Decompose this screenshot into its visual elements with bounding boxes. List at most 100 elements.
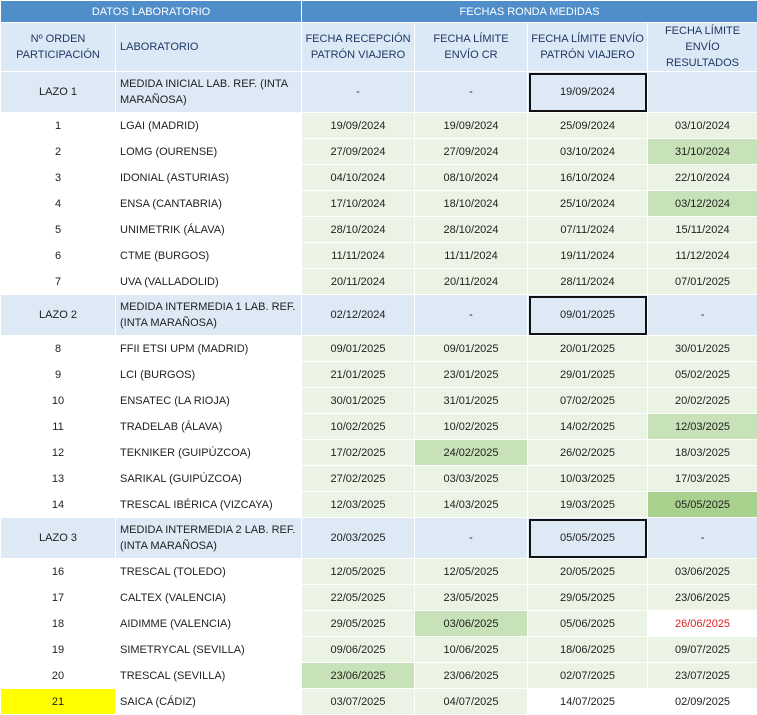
cell-envio-resultados: 05/02/2025 (648, 362, 757, 388)
cell-envio-resultados: 05/05/2025 (648, 492, 757, 518)
cell-envio-resultados: 23/06/2025 (648, 585, 757, 611)
cell-envio-cr: 09/01/2025 (415, 336, 528, 362)
cell-order: 18 (1, 611, 116, 637)
cell-recepcion: 11/11/2024 (302, 243, 415, 269)
col-header-envio-patron: FECHA LÍMITE ENVÍO PATRÓN VIAJERO (528, 23, 648, 72)
cell-lab: SARIKAL (GUIPÚZCOA) (116, 466, 302, 492)
cell-lab: UNIMETRIK (ÁLAVA) (116, 217, 302, 243)
cell-order: 2 (1, 139, 116, 165)
cell-envio-patron: 14/07/2025 (528, 689, 648, 715)
cell-envio-resultados: 26/06/2025 (648, 611, 757, 637)
cell-recepcion: 29/05/2025 (302, 611, 415, 637)
cell-lab: SAICA (CÁDIZ) (116, 689, 302, 715)
col-header-lab: LABORATORIO (116, 23, 302, 72)
cell-lab: LOMG (OURENSE) (116, 139, 302, 165)
cell-lab: TRESCAL (SEVILLA) (116, 663, 302, 689)
cell-recepcion: 04/10/2024 (302, 165, 415, 191)
cell-recepcion: 20/03/2025 (302, 518, 415, 559)
cell-order: 17 (1, 585, 116, 611)
cell-order: 5 (1, 217, 116, 243)
cell-envio-patron: 20/01/2025 (528, 336, 648, 362)
cell-recepcion: 02/12/2024 (302, 295, 415, 336)
cell-lab: LGAI (MADRID) (116, 113, 302, 139)
cell-lab: TRESCAL (TOLEDO) (116, 559, 302, 585)
cell-envio-resultados: 20/02/2025 (648, 388, 757, 414)
table-row: 3IDONIAL (ASTURIAS)04/10/202408/10/20241… (1, 165, 757, 191)
cell-envio-resultados: 17/03/2025 (648, 466, 757, 492)
table-row: 12TEKNIKER (GUIPÚZCOA)17/02/202524/02/20… (1, 440, 757, 466)
cell-lab: UVA (VALLADOLID) (116, 269, 302, 295)
table-row: 13SARIKAL (GUIPÚZCOA)27/02/202503/03/202… (1, 466, 757, 492)
cell-envio-cr: - (415, 295, 528, 336)
cell-envio-cr: 03/03/2025 (415, 466, 528, 492)
cell-envio-resultados: 18/03/2025 (648, 440, 757, 466)
cell-order: 1 (1, 113, 116, 139)
cell-envio-patron: 07/11/2024 (528, 217, 648, 243)
cell-envio-resultados: 02/09/2025 (648, 689, 757, 715)
cell-envio-cr: 31/01/2025 (415, 388, 528, 414)
cell-recepcion: 12/05/2025 (302, 559, 415, 585)
col-header-recepcion: FECHA RECEPCIÓN PATRÓN VIAJERO (302, 23, 415, 72)
cell-envio-patron: 16/10/2024 (528, 165, 648, 191)
cell-envio-patron: 26/02/2025 (528, 440, 648, 466)
group-header-dates: FECHAS RONDA MEDIDAS (302, 1, 757, 23)
col-header-envio-cr: FECHA LÍMITE ENVÍO CR (415, 23, 528, 72)
cell-recepcion: 09/06/2025 (302, 637, 415, 663)
cell-order: 14 (1, 492, 116, 518)
cell-envio-resultados: 22/10/2024 (648, 165, 757, 191)
table-row: 16TRESCAL (TOLEDO)12/05/202512/05/202520… (1, 559, 757, 585)
cell-order: 9 (1, 362, 116, 388)
cell-recepcion: 03/07/2025 (302, 689, 415, 715)
cell-envio-resultados (648, 72, 757, 113)
schedule-table: DATOS LABORATORIO FECHAS RONDA MEDIDAS N… (0, 0, 757, 715)
cell-envio-resultados: 31/10/2024 (648, 139, 757, 165)
cell-lab: MEDIDA INTERMEDIA 1 LAB. REF. (INTA MARA… (116, 295, 302, 336)
cell-envio-resultados: 07/01/2025 (648, 269, 757, 295)
cell-envio-cr: 19/09/2024 (415, 113, 528, 139)
group-header-row: DATOS LABORATORIO FECHAS RONDA MEDIDAS (1, 1, 757, 23)
cell-recepcion: 20/11/2024 (302, 269, 415, 295)
group-header-lab: DATOS LABORATORIO (1, 1, 302, 23)
cell-recepcion: 10/02/2025 (302, 414, 415, 440)
cell-envio-patron: 19/11/2024 (528, 243, 648, 269)
cell-recepcion: 12/03/2025 (302, 492, 415, 518)
table-row: 6CTME (BURGOS)11/11/202411/11/202419/11/… (1, 243, 757, 269)
cell-envio-patron: 09/01/2025 (528, 295, 648, 336)
table-row: 21SAICA (CÁDIZ)03/07/202504/07/202514/07… (1, 689, 757, 715)
cell-order: 19 (1, 637, 116, 663)
cell-lab: TEKNIKER (GUIPÚZCOA) (116, 440, 302, 466)
cell-lazo-label: LAZO 3 (1, 518, 116, 559)
table-row: 14TRESCAL IBÉRICA (VIZCAYA)12/03/202514/… (1, 492, 757, 518)
table-row: 20TRESCAL (SEVILLA)23/06/202523/06/20250… (1, 663, 757, 689)
cell-envio-cr: 10/06/2025 (415, 637, 528, 663)
table-row: 1LGAI (MADRID)19/09/202419/09/202425/09/… (1, 113, 757, 139)
cell-order: 13 (1, 466, 116, 492)
cell-envio-resultados: 11/12/2024 (648, 243, 757, 269)
cell-order: 21 (1, 689, 116, 715)
cell-envio-cr: 20/11/2024 (415, 269, 528, 295)
cell-envio-cr: 11/11/2024 (415, 243, 528, 269)
cell-lab: TRADELAB (ÁLAVA) (116, 414, 302, 440)
cell-order: 7 (1, 269, 116, 295)
cell-envio-cr: 23/06/2025 (415, 663, 528, 689)
cell-recepcion: - (302, 72, 415, 113)
cell-envio-patron: 29/01/2025 (528, 362, 648, 388)
cell-envio-patron: 05/05/2025 (528, 518, 648, 559)
cell-envio-resultados: 03/10/2024 (648, 113, 757, 139)
cell-envio-patron: 10/03/2025 (528, 466, 648, 492)
lazo-row: LAZO 2MEDIDA INTERMEDIA 1 LAB. REF. (INT… (1, 295, 757, 336)
cell-envio-patron: 07/02/2025 (528, 388, 648, 414)
cell-lab: FFII ETSI UPM (MADRID) (116, 336, 302, 362)
table-row: 10ENSATEC (LA RIOJA)30/01/202531/01/2025… (1, 388, 757, 414)
cell-envio-cr: 23/05/2025 (415, 585, 528, 611)
cell-recepcion: 28/10/2024 (302, 217, 415, 243)
table-row: 17CALTEX (VALENCIA)22/05/202523/05/20252… (1, 585, 757, 611)
cell-envio-patron: 29/05/2025 (528, 585, 648, 611)
table-row: 7UVA (VALLADOLID)20/11/202420/11/202428/… (1, 269, 757, 295)
cell-envio-resultados: - (648, 518, 757, 559)
cell-envio-resultados: 12/03/2025 (648, 414, 757, 440)
cell-order: 8 (1, 336, 116, 362)
cell-recepcion: 27/02/2025 (302, 466, 415, 492)
table-row: 5UNIMETRIK (ÁLAVA)28/10/202428/10/202407… (1, 217, 757, 243)
lazo-row: LAZO 1MEDIDA INICIAL LAB. REF. (INTA MAR… (1, 72, 757, 113)
